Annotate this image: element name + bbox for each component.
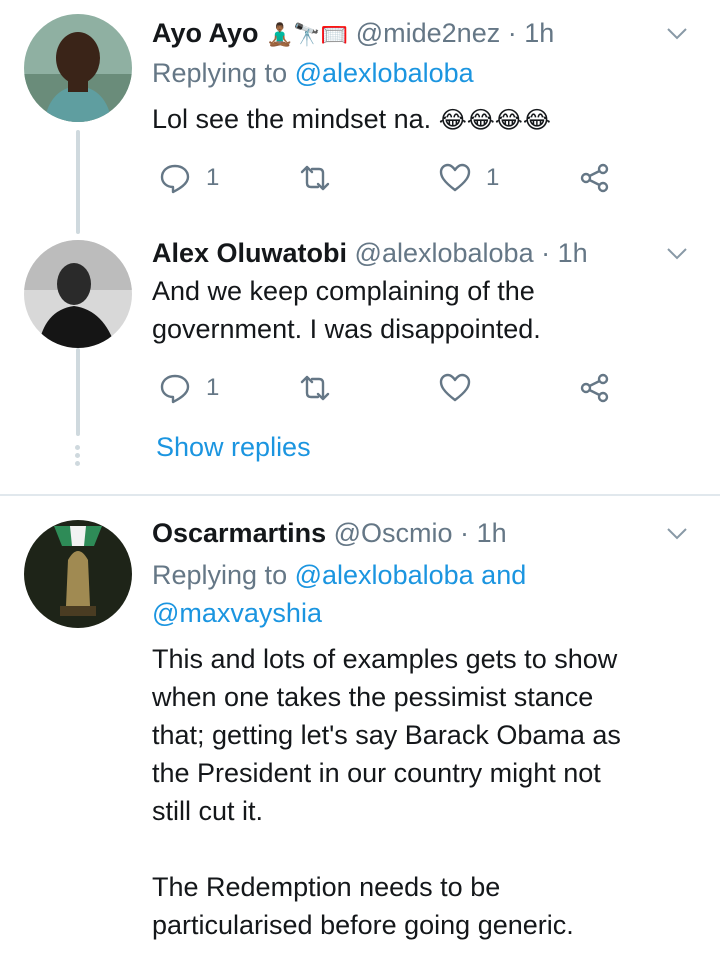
display-name[interactable]: Ayo Ayo	[152, 18, 259, 48]
tweet-text-line: particularised before going generic.	[152, 910, 574, 940]
tweet-header: Alex Oluwatobi @alexlobaloba · 1h	[152, 236, 588, 270]
avatar-oscarmartins[interactable]	[24, 520, 132, 628]
display-name[interactable]: Alex Oluwatobi	[152, 238, 347, 268]
mention-link[interactable]: @maxvayshia	[152, 598, 322, 628]
tweet-text: And we keep complaining of the governmen…	[152, 272, 692, 348]
tweet-text-line: that; getting let's say Barack Obama as	[152, 720, 621, 750]
separator-dot: ·	[460, 518, 470, 548]
tweet-text-line: government. I was disappointed.	[152, 314, 541, 344]
tweet-text-line: still cut it.	[152, 796, 264, 826]
tweet-text-line	[152, 830, 692, 868]
tweet-text-line: The Redemption needs to be	[152, 872, 501, 902]
thread-line	[76, 348, 80, 436]
tweet-text-body: Lol see the mindset na.	[152, 104, 432, 134]
tweet-1[interactable]: Ayo Ayo 🧘🏾‍♂️🔭🥅 @mide2nez · 1h Replying …	[0, 0, 720, 234]
replying-to: Replying to @alexlobaloba and @maxvayshi…	[152, 556, 692, 632]
tweet-actions: 1	[152, 368, 622, 408]
reply-icon	[160, 374, 190, 404]
tweet-3[interactable]: Oscarmartins @Oscmio · 1h Replying to @a…	[0, 496, 720, 955]
tweet-text-line: when one takes the pessimist stance	[152, 682, 594, 712]
mention-link[interactable]: @alexlobaloba	[295, 560, 474, 590]
reply-icon	[160, 164, 190, 194]
tweet-2[interactable]: Alex Oluwatobi @alexlobaloba · 1h And we…	[0, 230, 720, 495]
share-button[interactable]	[578, 158, 612, 198]
show-replies-link[interactable]: Show replies	[156, 432, 311, 463]
heart-icon	[439, 373, 471, 402]
reply-count: 1	[206, 374, 220, 401]
thread-line	[76, 130, 80, 234]
tweet-text-line: And we keep complaining of the	[152, 276, 535, 306]
avatar-image	[24, 240, 132, 348]
like-button[interactable]	[438, 368, 486, 408]
user-handle[interactable]: @mide2nez	[356, 18, 500, 48]
replying-to: Replying to @alexlobaloba	[152, 54, 474, 92]
share-button[interactable]	[578, 368, 612, 408]
chevron-down-icon[interactable]	[664, 240, 690, 266]
retweet-button[interactable]	[298, 158, 346, 198]
mention-link[interactable]: @alexlobaloba	[295, 58, 474, 88]
user-handle[interactable]: @alexlobaloba	[355, 238, 534, 268]
avatar-ayo-ayo[interactable]	[24, 14, 132, 122]
tweet-text-line: This and lots of examples gets to show	[152, 644, 618, 674]
heart-icon	[439, 163, 471, 192]
retweet-icon	[300, 165, 330, 191]
user-handle[interactable]: @Oscmio	[334, 518, 453, 548]
name-emojis: 🧘🏾‍♂️🔭🥅	[266, 22, 349, 47]
tweet-emojis: 😂😂😂😂	[438, 107, 551, 134]
tweet-header: Oscarmartins @Oscmio · 1h	[152, 516, 507, 550]
tweet-text: Lol see the mindset na. 😂😂😂😂	[152, 100, 692, 140]
separator-dot: ·	[507, 18, 517, 48]
share-icon	[580, 163, 609, 193]
reply-count: 1	[206, 164, 220, 191]
like-button[interactable]: 1	[438, 158, 499, 198]
tweet-header: Ayo Ayo 🧘🏾‍♂️🔭🥅 @mide2nez · 1h	[152, 16, 554, 52]
timestamp[interactable]: 1h	[524, 18, 554, 48]
reply-button[interactable]: 1	[158, 368, 219, 408]
replying-prefix: Replying to	[152, 560, 288, 590]
chevron-down-icon[interactable]	[664, 520, 690, 546]
display-name[interactable]: Oscarmartins	[152, 518, 326, 548]
tweet-actions: 1 1	[152, 158, 622, 198]
tweet-text-line: the President in our country might not	[152, 758, 601, 788]
replying-prefix: Replying to	[152, 58, 288, 88]
timestamp[interactable]: 1h	[477, 518, 507, 548]
like-count: 1	[486, 164, 500, 191]
share-icon	[580, 373, 609, 403]
avatar-image	[24, 14, 132, 122]
avatar-image	[24, 520, 132, 628]
avatar-alex-oluwatobi[interactable]	[24, 240, 132, 348]
retweet-icon	[300, 375, 330, 401]
tweet-text: This and lots of examples gets to show w…	[152, 640, 692, 944]
retweet-button[interactable]	[298, 368, 346, 408]
separator-dot: ·	[541, 238, 551, 268]
mention-and[interactable]: and	[481, 560, 526, 590]
chevron-down-icon[interactable]	[664, 20, 690, 46]
timestamp[interactable]: 1h	[558, 238, 588, 268]
thread-dots	[75, 442, 81, 469]
reply-button[interactable]: 1	[158, 158, 219, 198]
